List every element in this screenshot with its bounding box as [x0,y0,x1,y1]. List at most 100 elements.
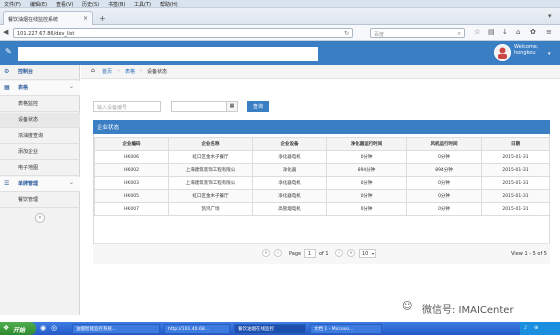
sidebar-item-restaurant[interactable]: 餐饮管理 [0,193,80,208]
per-page-value: 10 [362,251,369,257]
sidebar-item-table-monitor[interactable]: 表格监控 [0,97,80,112]
chevron-down-icon[interactable]: ▾ [548,51,551,57]
column-header[interactable]: 风机运行时间 [406,137,482,151]
tray-icon[interactable]: ♪ [524,325,527,331]
cell: 2015-01-31 [481,163,550,177]
cell: 净化器 [252,163,327,177]
breadcrumb-home[interactable]: 首页 [102,68,112,75]
sidebar-item-concentration[interactable]: 浓油度查询 [0,129,80,144]
next-page-icon[interactable]: › [335,249,343,257]
welcome-text[interactable]: Welcome, hongkou [514,44,538,56]
breadcrumb-separator: › [140,68,142,74]
star-icon[interactable]: ☆ [474,28,480,36]
tray-icon[interactable]: ⊕ [534,325,538,331]
cell: 虹口区金木子餐厅 [168,189,253,203]
cell: 2015-01-31 [481,202,550,216]
last-page-icon[interactable]: » [347,249,355,257]
cell: 894分钟 [326,163,407,177]
search-icon[interactable]: ⌕ [458,30,461,38]
status-table: 企业编码 企业名称 企业设备 净化器运行时间 风机运行时间 日期 HK006 虹… [94,137,550,216]
menu-view[interactable]: 查看(V) [56,1,73,8]
browser-tab[interactable]: 餐饮油烟在线监控系统 × [3,11,93,25]
per-page-select[interactable]: 10 ▾ [359,249,376,258]
sidebar-item-label: 浓油度查询 [18,133,44,139]
close-icon[interactable]: × [83,15,88,22]
query-button[interactable]: 查询 [247,101,269,112]
breadcrumb-tables[interactable]: 表格 [125,68,135,75]
sidebar-item-device-status[interactable]: 设备状态 [0,113,80,128]
sidebar-item-label: 单牌管理 [18,181,39,187]
cell: 净化器电机 [252,150,327,164]
panel-title: 企业状态 [97,125,120,131]
taskbar-item[interactable]: http://101.40.68... [164,324,230,334]
sidebar-item-label: 控制台 [18,69,34,75]
page-number-input[interactable]: 1 [304,249,316,258]
sidebar-item-label: 电子地图 [18,165,39,171]
download-icon[interactable]: ↓ [502,28,508,36]
date-input[interactable]: ▦ [171,101,238,112]
sidebar-item-label: 设备状态 [18,117,39,123]
taskbar-item[interactable]: 油烟智能监控系统... [72,324,160,334]
url-bar[interactable]: 101.227.67.86/dev_list ↻ [13,28,353,38]
device-number-input[interactable]: 输入设备编号 [93,101,161,112]
reload-icon[interactable]: ↻ [344,30,349,37]
sidebar-item-dashboard[interactable]: ⚙ 控制台 [0,65,80,80]
search-box[interactable]: 百度 ⌕ [370,28,465,38]
home-icon[interactable]: ⌂ [516,28,520,36]
cell: 净化器电机 [252,176,327,190]
dashboard-icon: ⚙ [4,68,10,75]
cell: 0分钟 [326,189,407,203]
taskbar-item[interactable]: 文档 1 - Microso... [310,324,382,334]
table-row[interactable]: HK005 虹口区金木子餐厅 净化器电机 0分钟 0分钟 2015-01-31 [94,189,550,203]
back-icon[interactable]: ◀ [3,28,8,36]
start-label: 开始 [13,327,26,334]
menu-history[interactable]: 历史(S) [82,1,99,8]
column-header[interactable]: 日期 [481,137,550,151]
prev-page-icon[interactable]: ‹ [274,249,282,257]
calendar-icon[interactable]: ▦ [226,102,237,111]
quicklaunch-icon[interactable]: ◎ [51,324,57,332]
avatar[interactable] [494,44,511,61]
sidebar-item-tables[interactable]: ▦ 表格 ⌄ [0,81,80,96]
sidebar-item-label: 添加企业 [18,149,39,155]
logo-icon: ✎ [5,47,12,56]
cell: 0分钟 [406,202,482,216]
cell: 894分钟 [406,163,482,177]
menu-help[interactable]: 帮助(H) [160,1,178,8]
cell: 上海建筑装饰工程有限公 [168,163,253,177]
sidebar-item-add-company[interactable]: 添加企业 [0,145,80,160]
column-header[interactable]: 企业设备 [252,137,327,151]
collapse-sidebar-icon[interactable]: « [35,213,45,223]
page-number: 1 [308,251,312,257]
home-icon: ⌂ [91,67,95,74]
column-header[interactable]: 净化器运行时间 [326,137,407,151]
table-row[interactable]: HK006 虹口区金木子餐厅 净化器电机 0分钟 0分钟 2015-01-31 [94,150,550,164]
start-button[interactable]: ❖ 开始 [0,322,36,335]
sidebar: ⚙ 控制台 ▦ 表格 ⌄ 表格监控 设备状态 浓油度查询 添加企业 电子地图 ☰… [0,65,80,315]
menu-file[interactable]: 文件(F) [4,1,21,8]
quicklaunch-icon[interactable]: ◉ [40,324,46,332]
table-row[interactable]: HK003 上海建筑装饰工程有限公 净化器电机 0分钟 0分钟 2015-01-… [94,176,550,190]
sidebar-item-unit-management[interactable]: ☰ 单牌管理 ⌄ [0,177,80,192]
table-row[interactable]: HK002 上海建筑装饰工程有限公 净化器 894分钟 894分钟 2015-0… [94,163,550,177]
taskbar-item-active[interactable]: 餐饮油烟在线监控 [234,324,306,334]
cell: 净化器电机 [252,189,327,203]
bookmarks-icon[interactable]: ▤ [488,28,495,36]
cell: 2015-01-31 [481,176,550,190]
tabs-menu-icon[interactable]: ▾ [548,12,552,20]
menu-edit[interactable]: 编辑(E) [30,1,47,8]
menu-tools[interactable]: 工具(T) [134,1,151,8]
panel-header: 企业状态 [93,120,550,134]
column-header[interactable]: 企业名称 [168,137,253,151]
tab-title: 餐饮油烟在线监控系统 [8,17,59,23]
first-page-icon[interactable]: « [262,249,270,257]
column-header[interactable]: 企业编码 [94,137,169,151]
table-row[interactable]: HK007 凯鸿广场 高管烟电机 0分钟 0分钟 2015-01-31 [94,202,550,216]
extension-icon[interactable]: ✿ [530,28,536,36]
new-tab-icon[interactable]: + [99,14,106,23]
menu-bookmarks[interactable]: 书签(B) [108,1,125,8]
sidebar-item-map[interactable]: 电子地图 [0,161,80,176]
device-number-placeholder: 输入设备编号 [97,105,128,111]
system-tray[interactable]: ♪ ⊕ [520,322,560,335]
menu-icon[interactable]: ≡ [546,28,552,36]
